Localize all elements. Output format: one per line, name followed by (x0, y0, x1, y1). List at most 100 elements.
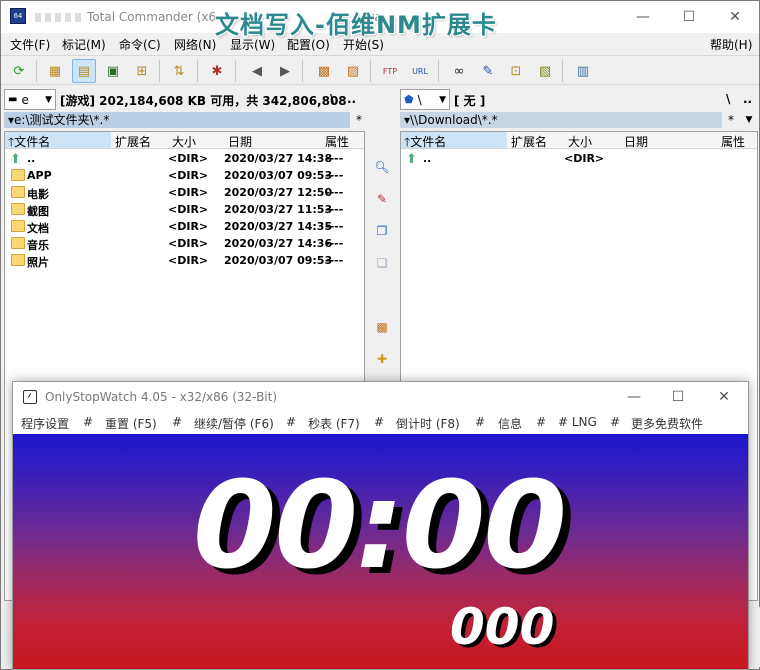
back-arrow-icon[interactable]: ◀ (245, 59, 269, 83)
osw-titlebar[interactable]: OnlyStopWatch 4.05 - x32/x86 (32-Bit) — … (13, 382, 748, 412)
close-button[interactable]: ✕ (713, 387, 735, 407)
new-folder-icon[interactable]: ✚ (373, 350, 391, 368)
maximize-button[interactable]: ☐ (667, 387, 689, 407)
menu-language[interactable]: # LNG (558, 415, 597, 429)
timer-main-digits: 00:00 (193, 457, 567, 596)
col-attr[interactable]: 属性 (721, 133, 745, 150)
multi-rename-icon[interactable]: ✎ (476, 59, 500, 83)
minimize-button[interactable]: — (623, 387, 645, 407)
col-attr[interactable]: 属性 (325, 133, 349, 150)
left-drive-select[interactable]: ▬ e ▼ (4, 89, 56, 110)
col-ext[interactable]: 扩展名 (511, 133, 547, 150)
binoculars-search-icon[interactable]: ∞ (447, 59, 471, 83)
unpack-files-icon[interactable]: ▨ (341, 59, 365, 83)
menu-stopwatch[interactable]: 秒表 (F7) (308, 415, 360, 432)
menu-more-freeware[interactable]: 更多免费软件 (631, 415, 703, 432)
osw-window-title: OnlyStopWatch 4.05 - x32/x86 (32-Bit) (45, 390, 278, 404)
col-size[interactable]: 大小 (568, 133, 592, 150)
edit-file-icon[interactable]: ✎ (373, 190, 391, 208)
menu-countdown[interactable]: 倒计时 (F8) (396, 415, 460, 432)
col-date[interactable]: 日期 (624, 133, 648, 150)
minimize-button[interactable]: — (633, 7, 653, 27)
close-button[interactable]: ✕ (725, 7, 745, 27)
parent-dir-icon: ⬆ (406, 152, 417, 167)
pack-icon[interactable]: ▩ (373, 318, 391, 336)
left-root-button[interactable]: \ (330, 92, 334, 106)
right-history-button[interactable]: * (722, 112, 740, 128)
right-drive-info: [ 无 ] (454, 94, 486, 108)
menu-help[interactable]: 帮助(H) (710, 36, 752, 53)
chevron-down-icon: ▼ (439, 94, 446, 105)
timer-milliseconds: 000 (450, 598, 555, 656)
right-root-button[interactable]: \ (726, 92, 730, 106)
file-row[interactable]: 截图 <DIR> 2020/03/27 11:53 ---- (5, 201, 364, 218)
menu-separator: # (286, 415, 297, 429)
brief-view-icon[interactable]: ▦ (43, 59, 67, 83)
right-path-bar[interactable]: ▾\\Download\*.* (400, 112, 722, 128)
menu-continue-pause[interactable]: 继续/暂停 (F6) (194, 415, 274, 432)
copy-names-icon[interactable]: ▧ (533, 59, 557, 83)
move-file-icon[interactable]: ❏ (373, 254, 391, 272)
drive-icon: ▬ (8, 94, 18, 105)
view-file-icon[interactable]: 🔍︎ (373, 158, 391, 176)
copy-file-icon[interactable]: ❐ (373, 222, 391, 240)
file-row[interactable]: 照片 <DIR> 2020/03/07 09:53 ---- (5, 252, 364, 269)
file-row[interactable]: ⬆ .. <DIR> (401, 150, 757, 167)
toolbar-separator (36, 60, 37, 82)
menu-info[interactable]: 信息 (498, 415, 522, 432)
osw-menubar: 程序设置 # 重置 (F5) # 继续/暂停 (F6) # 秒表 (F7) # … (13, 412, 748, 434)
file-row[interactable]: 电影 <DIR> 2020/03/27 12:50 ---- (5, 184, 364, 201)
chevron-down-icon[interactable]: ▼ (740, 112, 758, 128)
menu-mark[interactable]: 标记(M) (62, 36, 106, 53)
menu-start[interactable]: 开始(S) (343, 36, 384, 53)
timer-display[interactable]: 00:00 000 (13, 434, 748, 669)
compare-dirs-icon[interactable]: ⇅ (167, 59, 191, 83)
maximize-button[interactable]: ☐ (679, 7, 699, 27)
network-drive-icon: ⬟ (404, 93, 414, 106)
right-drive-select[interactable]: ⬟ \ ▼ (400, 89, 450, 110)
toolbar-separator (370, 60, 371, 82)
left-path-bar[interactable]: ▾e:\测试文件夹\*.* (4, 112, 350, 128)
tc-toolbar: ⟳ ▦ ▤ ▣ ⊞ ⇅ ✱ ◀ ▶ ▩ ▨ FTP URL ∞ ✎ ⊡ ▧ ▥ (1, 55, 759, 85)
pack-files-icon[interactable]: ▩ (312, 59, 336, 83)
stopwatch-icon (23, 390, 37, 404)
right-column-headers: 🡑文件名 扩展名 大小 日期 属性 (401, 132, 757, 149)
menu-separator: # (172, 415, 183, 429)
menu-program-settings[interactable]: 程序设置 (21, 415, 69, 432)
refresh-icon[interactable]: ⟳ (7, 59, 31, 83)
forward-arrow-icon[interactable]: ▶ (273, 59, 297, 83)
folder-icon (11, 203, 25, 215)
col-ext[interactable]: 扩展名 (115, 133, 151, 150)
right-parent-button[interactable]: .. (743, 92, 752, 106)
left-history-button[interactable]: * (350, 112, 368, 128)
folder-icon (11, 220, 25, 232)
menu-configuration[interactable]: 配置(O) (287, 36, 330, 53)
col-size[interactable]: 大小 (172, 133, 196, 150)
file-row[interactable]: 音乐 <DIR> 2020/03/27 14:36 ---- (5, 235, 364, 252)
col-name[interactable]: 🡑文件名 (401, 132, 507, 149)
menu-file[interactable]: 文件(F) (10, 36, 50, 53)
tree-view-icon[interactable]: ⊞ (130, 59, 154, 83)
menu-separator: # (83, 415, 94, 429)
toolbar-separator (562, 60, 563, 82)
menu-network[interactable]: 网络(N) (174, 36, 216, 53)
notepad-icon[interactable]: ▥ (571, 59, 595, 83)
col-date[interactable]: 日期 (228, 133, 252, 150)
thumbnails-icon[interactable]: ▣ (101, 59, 125, 83)
floppy-disk-icon: 64 (10, 8, 26, 24)
menu-separator: # (475, 415, 486, 429)
full-view-icon[interactable]: ▤ (72, 59, 96, 83)
ftp-icon[interactable]: FTP (378, 59, 402, 83)
tc-titlebar[interactable]: 64 Total Commander (x6 lya 文档写入-佰维NM扩展卡 —… (1, 1, 759, 39)
sync-dirs-icon[interactable]: ⊡ (504, 59, 528, 83)
file-row[interactable]: 文档 <DIR> 2020/03/27 14:35 ---- (5, 218, 364, 235)
url-icon[interactable]: URL (408, 59, 432, 83)
file-row[interactable]: ⬆ .. <DIR> 2020/03/27 14:38 ---- (5, 150, 364, 167)
file-row[interactable]: APP <DIR> 2020/03/07 09:53 ---- (5, 167, 364, 184)
menu-commands[interactable]: 命令(C) (119, 36, 161, 53)
left-parent-button[interactable]: .. (347, 92, 356, 106)
menu-show[interactable]: 显示(W) (230, 36, 275, 53)
menu-reset[interactable]: 重置 (F5) (105, 415, 157, 432)
col-name[interactable]: 🡑文件名 (5, 132, 111, 149)
invert-selection-icon[interactable]: ✱ (205, 59, 229, 83)
